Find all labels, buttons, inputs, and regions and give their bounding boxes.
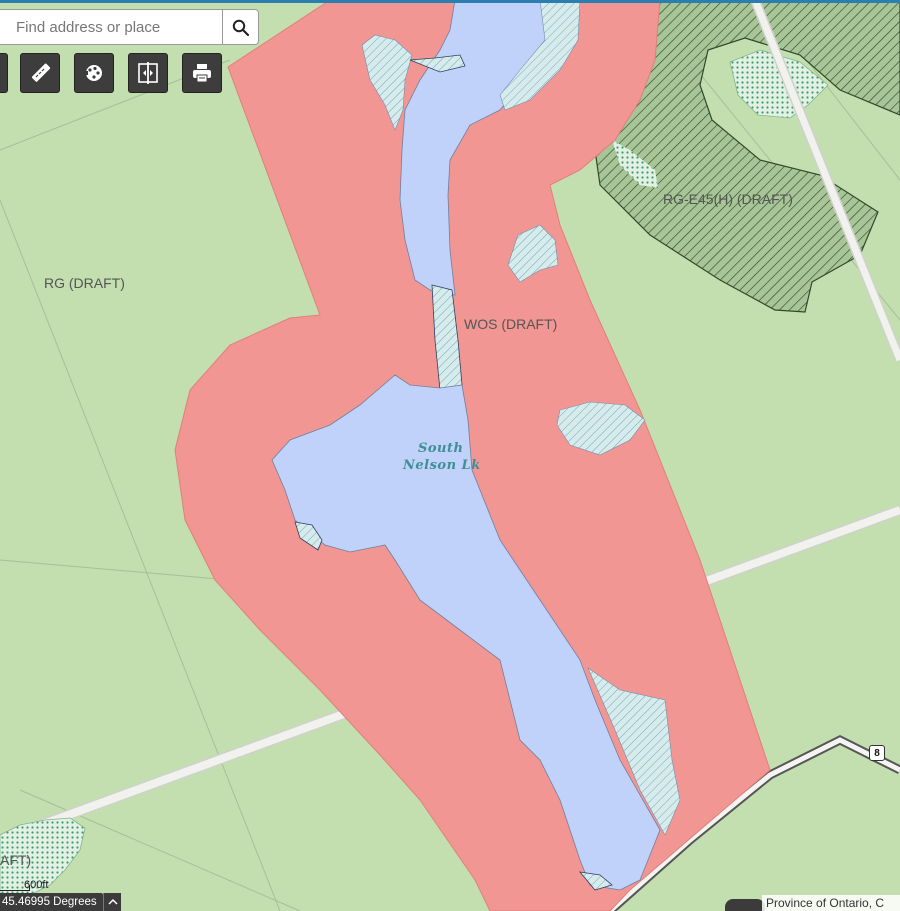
printer-icon — [193, 64, 211, 83]
search-box — [0, 9, 259, 45]
scale-label: 600ft — [24, 879, 49, 891]
hidden-tool-button[interactable] — [0, 53, 8, 93]
swipe-tool-button[interactable] — [128, 53, 168, 93]
compare-icon — [138, 62, 158, 84]
label-rge45: RG-E45(H) (DRAFT) — [663, 191, 793, 207]
label-rg: RG (DRAFT) — [44, 275, 125, 291]
ruler-icon — [31, 63, 51, 82]
layers-tool-button[interactable] — [74, 53, 114, 93]
chevron-up-icon — [107, 898, 118, 905]
lake-name-line1: South — [418, 441, 463, 456]
search-button[interactable] — [222, 10, 258, 44]
search-icon — [232, 19, 249, 36]
print-tool-button[interactable] — [182, 53, 222, 93]
label-wos: WOS (DRAFT) — [464, 316, 557, 332]
attribution-toggle-button[interactable] — [725, 899, 765, 911]
coordinate-toggle-button[interactable] — [103, 893, 121, 911]
lake-name-line2: Nelson Lk — [402, 458, 481, 473]
attribution-text: Province of Ontario, C — [762, 895, 900, 911]
measure-tool-button[interactable] — [20, 53, 60, 93]
route-shield: 8 — [869, 745, 885, 761]
map-canvas[interactable]: RG (DRAFT) RG-E45(H) (DRAFT) WOS (DRAFT)… — [0, 0, 900, 911]
top-accent-bar — [0, 0, 900, 3]
search-input[interactable] — [0, 10, 222, 44]
palette-icon — [84, 65, 102, 81]
label-corner: AFT) — [0, 852, 31, 868]
coordinate-readout: 45.46995 Degrees — [0, 893, 103, 911]
